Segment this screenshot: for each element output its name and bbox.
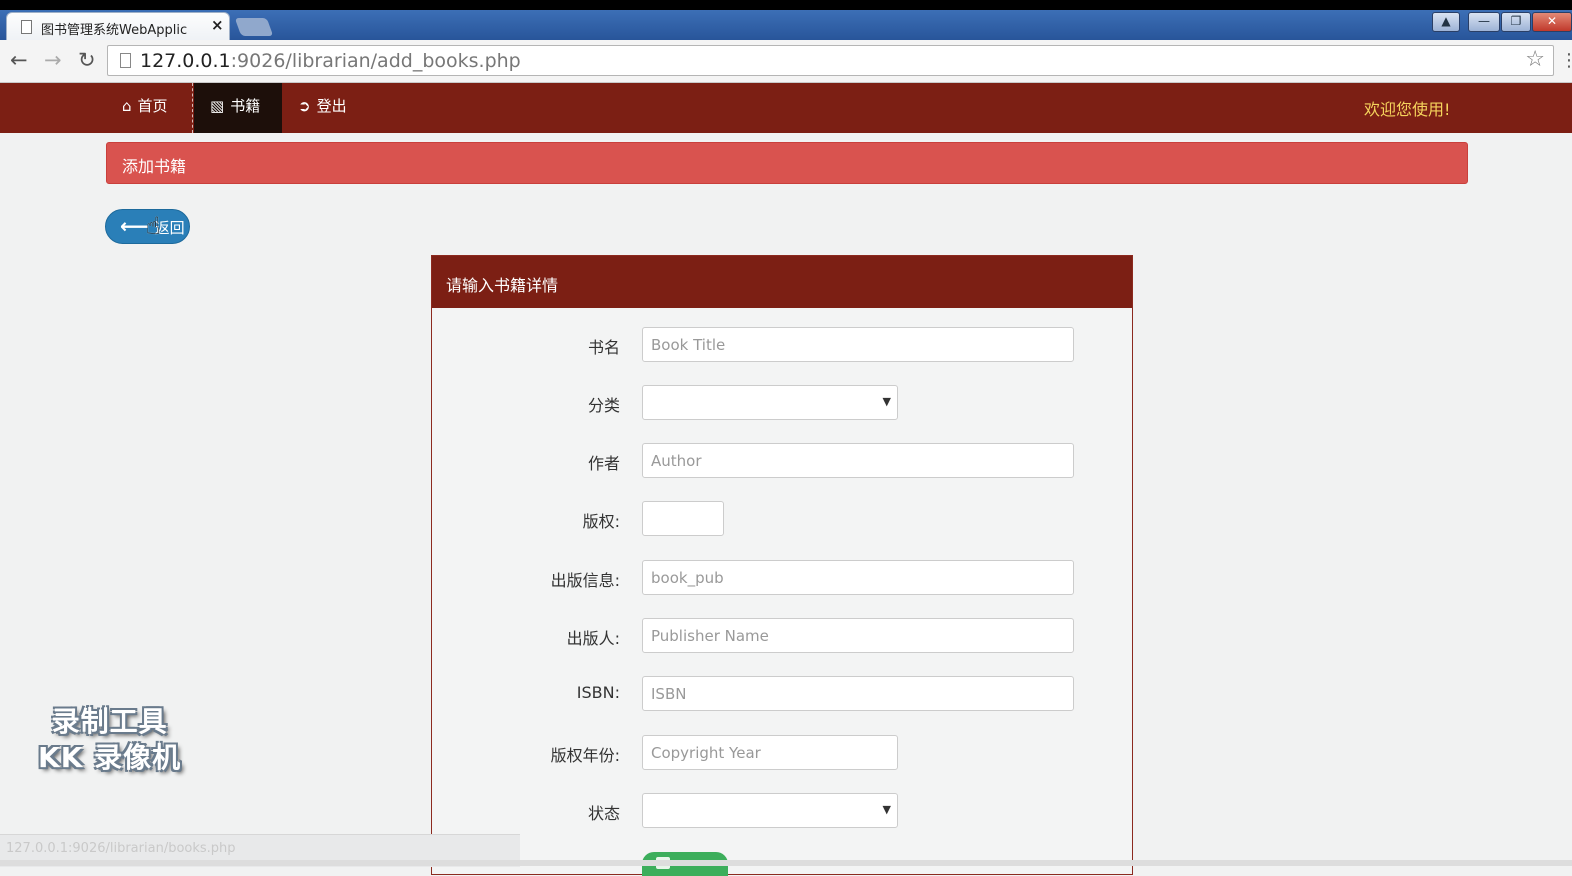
restore-button[interactable]: ❐ xyxy=(1501,12,1531,32)
field-label: ISBN: xyxy=(576,683,620,702)
page-title-bar: 添加书籍 xyxy=(106,142,1468,184)
welcome-message: 欢迎您使用! xyxy=(1364,100,1451,119)
category-select[interactable]: ▼ xyxy=(642,385,898,420)
publisher-name-input[interactable] xyxy=(642,618,1074,653)
url-host: 127.0.0.1 xyxy=(140,50,231,72)
user-icon[interactable]: ▲ xyxy=(1432,12,1460,32)
status-select[interactable]: ▼ xyxy=(642,793,898,828)
tab-close-icon[interactable]: × xyxy=(211,16,224,34)
field-label: 状态 xyxy=(587,804,620,823)
dropdown-caret-icon: ▼ xyxy=(882,803,891,816)
copyright-year-input[interactable] xyxy=(642,735,898,770)
nav-item-books[interactable]: ▧ 书籍 xyxy=(194,83,282,133)
url-path: :9026/librarian/add_books.php xyxy=(230,50,521,72)
field-label: 分类 xyxy=(587,396,620,415)
address-bar[interactable]: 127.0.0.1:9026/librarian/add_books.php ☆ xyxy=(107,45,1554,76)
field-label: 出版人: xyxy=(566,629,620,648)
form-row-title: 书名 xyxy=(432,327,1132,363)
arrow-left-icon: ⟵ xyxy=(120,214,149,238)
reload-icon[interactable]: ↻ xyxy=(78,48,96,72)
sign-out-icon: ➲ xyxy=(298,97,311,115)
new-tab-button[interactable] xyxy=(234,18,274,36)
nav-item-logout[interactable]: ➲ 登出 xyxy=(298,83,347,133)
nav-item-label: 登出 xyxy=(316,97,347,115)
isbn-input[interactable] xyxy=(642,676,1074,711)
form-row-isbn: ISBN: xyxy=(432,676,1132,712)
recorder-watermark: 录制工具 KK 录像机 xyxy=(38,704,181,776)
field-label: 出版信息: xyxy=(550,571,620,590)
back-arrow-icon[interactable]: ← xyxy=(10,48,28,72)
copyright-input[interactable] xyxy=(642,501,724,536)
book-title-input[interactable] xyxy=(642,327,1074,362)
field-label: 作者 xyxy=(587,454,620,473)
nav-item-home[interactable]: ⌂ 首页 xyxy=(108,83,182,133)
author-input[interactable] xyxy=(642,443,1074,478)
close-window-button[interactable]: ✕ xyxy=(1532,12,1572,32)
browser-tab[interactable]: 图书管理系统WebApplic × xyxy=(6,12,230,42)
url-text[interactable]: 127.0.0.1:9026/librarian/add_books.php xyxy=(140,50,521,72)
watermark-line: 录制工具 xyxy=(51,705,168,738)
page-info-icon xyxy=(120,53,131,68)
nav-item-label: 首页 xyxy=(137,97,168,115)
form-row-copyright-year: 版权年份: xyxy=(432,735,1132,771)
form-row-status: 状态 ▼ xyxy=(432,793,1132,829)
field-label: 版权: xyxy=(582,512,620,531)
book-pub-input[interactable] xyxy=(642,560,1074,595)
nav-divider xyxy=(192,83,193,133)
book-form-panel: 请输入书籍详情 书名 分类 ▼ 作者 版权: 出版信息: 出版人: ISBN: … xyxy=(431,255,1133,876)
browser-menu-icon[interactable]: ⋮ xyxy=(1560,50,1572,71)
status-url: 127.0.0.1:9026/librarian/books.php xyxy=(6,841,236,856)
form-row-publisher: 出版人: xyxy=(432,618,1132,654)
hand-cursor-icon: ☝ xyxy=(146,212,161,240)
book-icon: ▧ xyxy=(210,97,225,115)
forward-arrow-icon[interactable]: → xyxy=(44,48,62,72)
page-title: 添加书籍 xyxy=(122,157,187,176)
window-bottom-edge xyxy=(0,860,1572,866)
field-label: 版权年份: xyxy=(550,746,620,765)
minimize-button[interactable]: — xyxy=(1468,12,1500,32)
page-icon xyxy=(21,20,32,34)
form-row-author: 作者 xyxy=(432,443,1132,479)
nav-item-label: 书籍 xyxy=(230,97,261,115)
panel-title: 请输入书籍详情 xyxy=(446,276,559,295)
browser-toolbar: ← → ↻ 127.0.0.1:9026/librarian/add_books… xyxy=(0,40,1572,83)
dropdown-caret-icon: ▼ xyxy=(882,395,891,408)
form-row-category: 分类 ▼ xyxy=(432,385,1132,421)
title-bar xyxy=(0,10,1572,40)
watermark-line: KK 录像机 xyxy=(38,741,182,774)
form-row-publication: 出版信息: xyxy=(432,560,1132,596)
field-label: 书名 xyxy=(587,338,620,357)
bookmark-star-icon[interactable]: ☆ xyxy=(1525,47,1545,72)
app-navbar: ⌂ 首页 ▧ 书籍 ➲ 登出 欢迎您使用! xyxy=(0,83,1572,133)
home-icon: ⌂ xyxy=(122,97,132,115)
tab-title: 图书管理系统WebApplic xyxy=(41,23,188,38)
form-row-copyright: 版权: xyxy=(432,501,1132,537)
panel-heading: 请输入书籍详情 xyxy=(432,256,1132,308)
browser-tab-strip: 图书管理系统WebApplic × ▲ — ❐ ✕ xyxy=(0,0,1572,42)
